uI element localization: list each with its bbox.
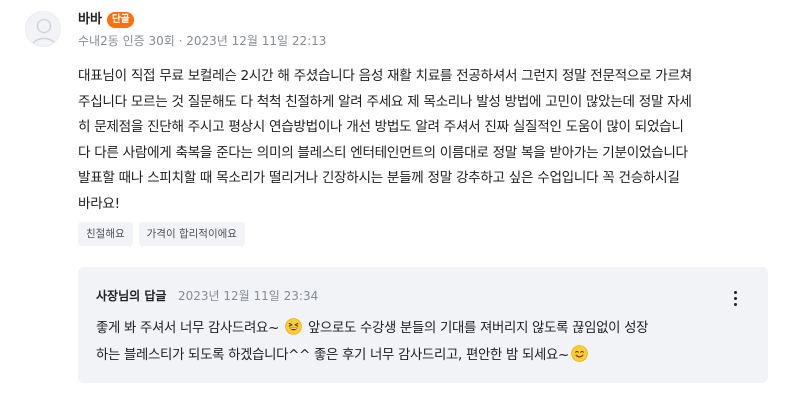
review-body-line: 주십니다 모르는 것 질문해도 다 척척 친절하게 알려 주세요 제 목소리나 … <box>78 93 692 110</box>
more-dot <box>734 297 737 300</box>
review-body-line: 바라요! <box>78 195 120 212</box>
reply-text-segment: 앞으로도 수강생 분들의 기대를 져버리지 않도록 끊임없이 성장 <box>307 321 649 336</box>
grinning-squint-face-icon <box>285 318 302 335</box>
review-tag: 가격이 합리적이에요 <box>138 222 245 246</box>
review-meta: 수내2동 인증 30회 · 2023년 12월 11일 22:13 <box>78 34 327 48</box>
review-body-line: 대표님이 직접 무료 보컬레슨 2시간 해 주셨습니다 음성 재활 치료를 전공… <box>78 68 692 84</box>
review-tag: 친절해요 <box>78 222 133 246</box>
regular-customer-badge: 단골 <box>107 12 135 28</box>
reply-timestamp: 2023년 12월 11일 23:34 <box>178 289 319 303</box>
reply-body: 좋게 봐 주셔서 너무 감사드려요~ 앞으로도 수강생 분들의 기대를 져버리지… <box>96 315 746 369</box>
review-card: 바바 단골 수내2동 인증 30회 · 2023년 12월 11일 22:13 … <box>0 0 785 404</box>
default-profile-icon <box>26 12 60 46</box>
reviewer-nickname[interactable]: 바바 <box>78 12 102 28</box>
review-body-line: 발표할 때나 스피치할 때 목소리가 떨리거나 긴장하시는 분들께 정말 강추하… <box>78 170 680 187</box>
more-dot <box>734 291 737 294</box>
review-body-line: 히 문제점을 진단해 주시고 평상시 연습방법이나 개선 방법도 알려 주셔서 … <box>78 119 684 136</box>
more-options-button[interactable] <box>730 289 742 307</box>
review-tags: 친절해요 가격이 합리적이에요 <box>78 222 245 246</box>
smiling-face-icon <box>571 345 588 362</box>
reply-line: 좋게 봐 주셔서 너무 감사드려요~ 앞으로도 수강생 분들의 기대를 져버리지… <box>96 315 746 342</box>
reply-text-segment: 하는 블레스티가 되도록 하겠습니다^^ 좋은 후기 너무 감사드리고, 편안한… <box>96 348 569 363</box>
review-body-line: 다 다른 사람에게 축복을 준다는 의미의 블레스티 엔터테인먼트의 이름대로 … <box>78 144 688 161</box>
reply-text-segment: 좋게 봐 주셔서 너무 감사드려요~ <box>96 321 279 336</box>
owner-reply: 사장님의 답글 2023년 12월 11일 23:34 좋게 봐 주셔서 너무 … <box>78 267 768 383</box>
more-dot <box>734 303 737 306</box>
avatar[interactable] <box>25 11 61 47</box>
reply-line: 하는 블레스티가 되도록 하겠습니다^^ 좋은 후기 너무 감사드리고, 편안한… <box>96 342 746 369</box>
reply-author: 사장님의 답글 <box>96 289 167 303</box>
review-body: 대표님이 직접 무료 보컬레슨 2시간 해 주셨습니다 음성 재활 치료를 전공… <box>78 64 778 218</box>
